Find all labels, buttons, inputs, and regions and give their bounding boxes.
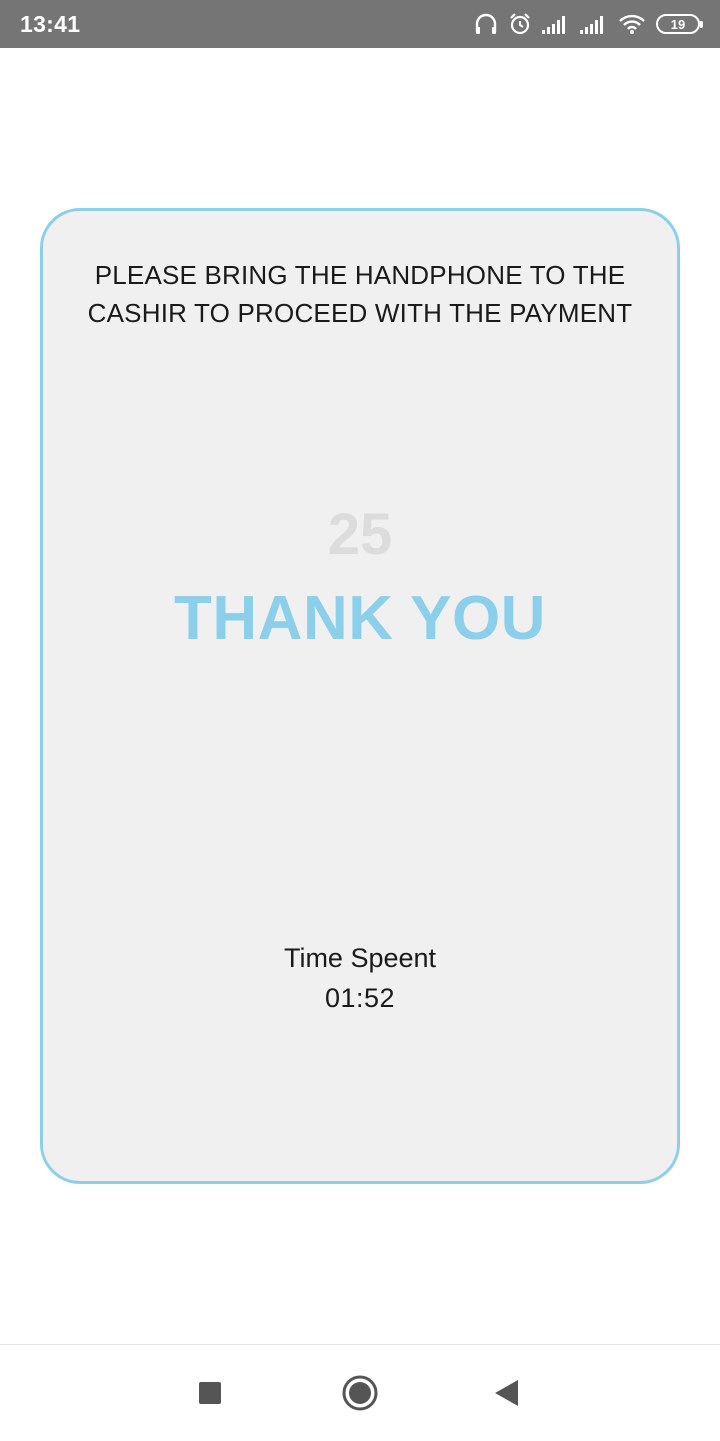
signal-icon xyxy=(580,13,608,35)
instruction-line-1: PLEASE BRING THE HANDPHONE TO THE xyxy=(94,260,626,290)
battery-icon: 19 xyxy=(656,14,703,34)
payment-instruction: PLEASE BRING THE HANDPHONE TO THE CASHIR… xyxy=(43,256,677,332)
alarm-icon xyxy=(508,12,532,36)
thank-you-heading: THANK YOU xyxy=(174,584,546,653)
recents-button[interactable] xyxy=(170,1345,250,1441)
status-time: 13:41 xyxy=(20,11,81,37)
recents-icon xyxy=(199,1382,221,1404)
home-icon xyxy=(342,1375,378,1411)
navigation-bar xyxy=(0,1344,720,1440)
wifi-icon xyxy=(618,13,646,35)
status-bar: 13:41 19 xyxy=(0,0,720,48)
back-icon xyxy=(495,1380,518,1406)
signal-icon xyxy=(542,13,570,35)
time-spent-value: 01:52 xyxy=(324,983,396,1013)
countdown-number: 25 xyxy=(327,502,393,567)
back-button[interactable] xyxy=(466,1345,546,1441)
time-spent-label: Time Speent xyxy=(283,943,437,973)
status-icons: 19 xyxy=(464,10,703,38)
instruction-line-2: CASHIR TO PROCEED WITH THE PAYMENT xyxy=(87,298,633,328)
headphones-icon xyxy=(474,12,498,36)
payment-card: PLEASE BRING THE HANDPHONE TO THE CASHIR… xyxy=(40,208,680,1184)
battery-level: 19 xyxy=(656,14,703,34)
home-button[interactable] xyxy=(320,1345,400,1441)
